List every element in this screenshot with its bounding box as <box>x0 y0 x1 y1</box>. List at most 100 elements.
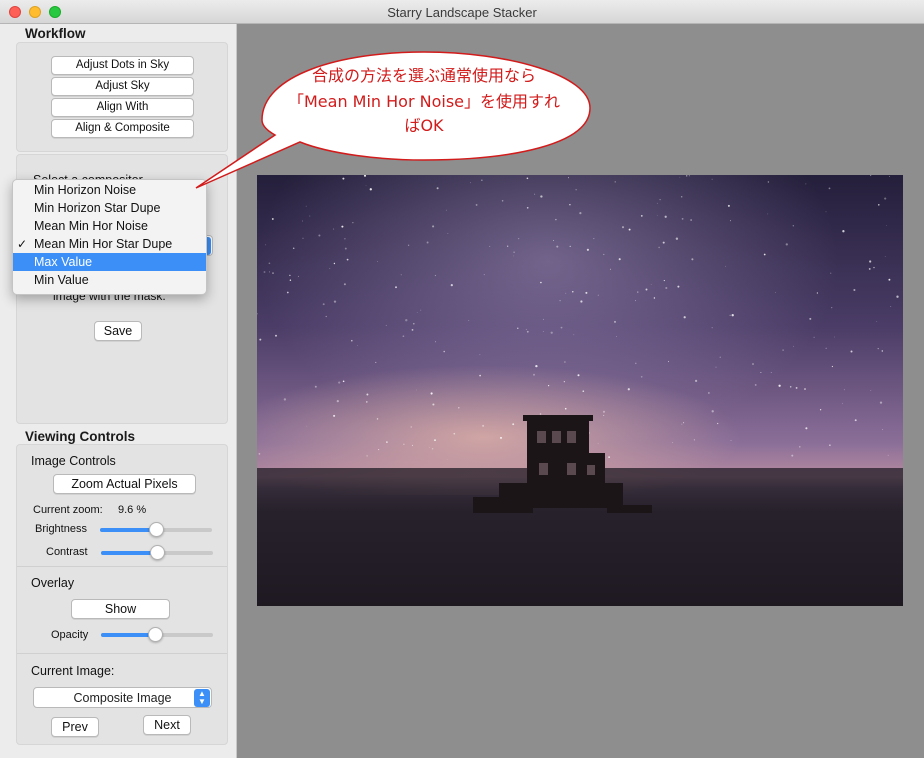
star <box>663 280 665 282</box>
star <box>752 363 754 365</box>
menu-item-min-horizon-star-dupe[interactable]: Min Horizon Star Dupe <box>13 199 206 217</box>
opacity-fill <box>101 633 155 637</box>
star <box>842 230 845 233</box>
contrast-slider[interactable] <box>101 545 213 560</box>
star <box>305 205 307 207</box>
star <box>329 268 331 269</box>
star <box>344 247 347 250</box>
star <box>870 390 872 391</box>
star <box>593 238 595 240</box>
star <box>435 341 436 343</box>
brightness-slider[interactable] <box>100 522 212 537</box>
star <box>791 454 794 457</box>
menu-item-mean-min-hor-star-dupe[interactable]: ✓ Mean Min Hor Star Dupe <box>13 235 206 253</box>
star <box>813 336 815 338</box>
align-with-button[interactable]: Align With <box>51 98 194 117</box>
star <box>446 459 448 460</box>
current-image-select[interactable]: Composite Image ▲ ▼ <box>33 687 212 708</box>
star <box>385 324 387 326</box>
star <box>378 449 380 451</box>
star <box>614 181 616 183</box>
star <box>336 399 339 403</box>
star <box>268 262 271 265</box>
star <box>375 361 377 363</box>
star <box>819 409 822 411</box>
star <box>640 375 643 378</box>
star <box>793 345 795 347</box>
star <box>569 245 571 248</box>
star <box>792 225 794 227</box>
contrast-knob[interactable] <box>150 545 165 560</box>
star <box>637 291 639 293</box>
brightness-label: Brightness <box>35 523 87 535</box>
star <box>432 225 435 228</box>
show-overlay-button[interactable]: Show <box>71 599 170 619</box>
star <box>481 179 483 181</box>
star <box>568 177 569 179</box>
star <box>407 244 410 246</box>
save-button[interactable]: Save <box>94 321 142 341</box>
star <box>489 245 491 247</box>
composite-image-view[interactable] <box>257 175 903 606</box>
zoom-actual-pixels-button[interactable]: Zoom Actual Pixels <box>53 474 196 494</box>
star <box>333 228 335 230</box>
star <box>352 222 354 224</box>
zoom-label: Current zoom: <box>33 504 103 516</box>
star <box>572 291 574 293</box>
star <box>431 448 434 450</box>
star <box>412 322 415 325</box>
next-button[interactable]: Next <box>143 715 191 735</box>
star <box>621 226 625 229</box>
star <box>377 261 378 262</box>
star <box>730 440 732 441</box>
star <box>890 306 892 308</box>
star <box>479 354 481 356</box>
star <box>597 443 599 445</box>
star <box>526 330 529 333</box>
menu-item-max-value[interactable]: Max Value <box>13 253 206 271</box>
opacity-knob[interactable] <box>148 627 163 642</box>
star <box>672 442 674 444</box>
star <box>708 392 710 394</box>
star <box>602 410 606 413</box>
star <box>542 331 544 332</box>
align-composite-button[interactable]: Align & Composite <box>51 119 194 138</box>
star <box>402 335 405 338</box>
star <box>724 265 726 267</box>
menu-item-min-value[interactable]: Min Value <box>13 271 206 289</box>
menu-item-min-horizon-noise[interactable]: Min Horizon Noise <box>13 181 206 199</box>
star <box>410 426 412 428</box>
brightness-knob[interactable] <box>149 522 164 537</box>
star <box>831 365 834 368</box>
star <box>453 432 456 435</box>
adjust-dots-button[interactable]: Adjust Dots in Sky <box>51 56 194 75</box>
star <box>434 274 436 277</box>
star <box>831 306 833 309</box>
window-title: Starry Landscape Stacker <box>387 5 537 20</box>
star <box>681 423 683 425</box>
star <box>681 217 684 220</box>
compositor-menu[interactable]: Min Horizon Noise Min Horizon Star Dupe … <box>12 179 207 295</box>
menu-item-label: Mean Min Hor Star Dupe <box>34 237 173 251</box>
callout-bubble <box>195 51 591 189</box>
star <box>889 176 890 177</box>
star <box>829 444 831 446</box>
star <box>269 271 271 273</box>
viewing-controls-box: Image Controls Zoom Actual Pixels Curren… <box>16 444 228 745</box>
adjust-sky-button[interactable]: Adjust Sky <box>51 77 194 96</box>
star <box>525 328 527 330</box>
star <box>550 331 553 334</box>
star <box>659 198 661 201</box>
prev-button[interactable]: Prev <box>51 717 99 737</box>
star <box>727 204 730 207</box>
star <box>548 385 550 387</box>
menu-item-mean-min-hor-noise[interactable]: Mean Min Hor Noise <box>13 217 206 235</box>
star <box>271 218 274 220</box>
star <box>470 182 471 184</box>
star <box>573 334 575 336</box>
opacity-slider[interactable] <box>101 627 213 642</box>
star <box>564 361 566 363</box>
star <box>275 334 277 337</box>
star <box>869 260 872 263</box>
star <box>416 312 418 313</box>
